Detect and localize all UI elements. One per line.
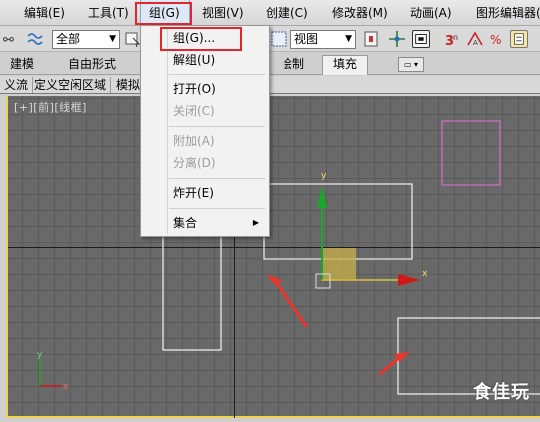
menu-item-assembly[interactable]: 集合 ▶ — [173, 213, 265, 233]
reference-coord-value: 视图 — [294, 32, 319, 46]
snap-magnet-icon[interactable]: ⚯ — [2, 30, 24, 48]
selection-filter-select[interactable]: 全部 ▼ — [52, 30, 120, 49]
menu-bar: 编辑(E) 工具(T) 组(G) 视图(V) 创建(C) 修改器(M) 动画(A… — [0, 0, 540, 26]
menu-item-attach[interactable]: 附加(A) — [173, 131, 265, 151]
menu-tools[interactable]: 工具(T) — [80, 0, 137, 26]
gizmo-x-arrow[interactable] — [398, 274, 420, 286]
spinner-snap-icon[interactable] — [510, 30, 528, 48]
menu-group[interactable]: 组(G) — [140, 0, 190, 26]
front-viewport[interactable]: [+][前][线框] y x y x 食佳玩 — [6, 96, 540, 418]
menu-modifiers[interactable]: 修改器(M) — [324, 0, 396, 26]
menu-separator — [169, 208, 265, 209]
corner-x-label: x — [63, 382, 69, 392]
watermark: 食佳玩 — [473, 382, 530, 403]
menu-gutter — [167, 28, 168, 234]
svg-text:n: n — [453, 33, 458, 42]
menu-graph-editors[interactable]: 图形编辑器(D) — [468, 0, 540, 26]
submenu-arrow-icon: ▶ — [252, 218, 259, 227]
menu-create[interactable]: 创建(C) — [258, 0, 316, 26]
angle-snap-icon[interactable]: A — [466, 30, 484, 48]
menu-item-assembly-label: 集合 — [173, 216, 198, 230]
keyboard-shortcut-override-icon[interactable] — [412, 30, 430, 48]
tab-populate[interactable]: 填充 — [322, 55, 369, 75]
corner-y-label: y — [37, 350, 43, 360]
chevron-down-icon: ▼ — [109, 34, 116, 44]
gizmo-y-label: y — [321, 171, 327, 181]
menu-separator — [169, 178, 265, 179]
menu-item-group[interactable]: 组(G)... — [173, 28, 265, 48]
menu-item-close[interactable]: 关闭(C) — [173, 101, 265, 121]
define-flows-button[interactable]: 义流 — [0, 77, 34, 93]
tab-freeform[interactable]: 自由形式 — [68, 56, 116, 73]
max-window: 编辑(E) 工具(T) 组(G) 视图(V) 创建(C) 修改器(M) 动画(A… — [0, 0, 540, 422]
menu-separator — [169, 126, 265, 127]
select-region-icon[interactable] — [270, 30, 288, 48]
box-pink[interactable] — [441, 120, 501, 186]
annotation-arrow-1 — [274, 280, 308, 328]
svg-text:⚯: ⚯ — [3, 33, 14, 48]
menu-separator — [169, 74, 265, 75]
pivot-icon[interactable] — [362, 30, 380, 48]
ribbon-options-dropdown[interactable]: ▭ ▾ — [398, 57, 424, 72]
percent-snap-icon[interactable]: % — [488, 30, 506, 48]
group-menu-dropdown: 组(G)... 解组(U) 打开(O) 关闭(C) 附加(A) 分离(D) 炸开… — [140, 25, 270, 237]
menu-edit[interactable]: 编辑(E) — [16, 0, 73, 26]
menu-animation[interactable]: 动画(A) — [402, 0, 460, 26]
scene-objects: y x y x — [37, 120, 540, 395]
gizmo-y-arrow[interactable] — [317, 186, 327, 208]
annotation-arrow-head-1 — [266, 274, 282, 286]
menu-item-explode[interactable]: 炸开(E) — [173, 183, 265, 203]
move-gizmo-icon[interactable] — [388, 30, 406, 48]
ribbon-tab-strip: 建模 自由形式 选择 对象绘制 填充 ▭ ▾ — [0, 53, 540, 75]
menu-item-open[interactable]: 打开(O) — [173, 79, 265, 99]
gizmo-xy-plane[interactable] — [322, 248, 356, 280]
box-left-tall[interactable] — [162, 225, 222, 351]
populate-panel: 义流 定义空闲区域 模拟 — [0, 76, 540, 94]
annotation-arrow-2 — [378, 355, 402, 376]
gizmo-x-label: x — [422, 269, 428, 279]
box-selected[interactable] — [263, 183, 413, 260]
chain-link-icon[interactable] — [26, 30, 44, 48]
svg-text:A: A — [473, 39, 478, 47]
selection-filter-value: 全部 — [56, 32, 81, 46]
chevron-down-icon: ▼ — [345, 34, 352, 44]
menu-item-detach[interactable]: 分离(D) — [173, 153, 265, 173]
reference-coord-select[interactable]: 视图 ▼ — [290, 30, 356, 49]
tab-modeling[interactable]: 建模 — [10, 56, 34, 73]
menu-views[interactable]: 视图(V) — [194, 0, 252, 26]
menu-item-ungroup[interactable]: 解组(U) — [173, 50, 265, 70]
main-toolbar: ⚯ 全部 ▼ 视图 ▼ 3 n A % — [0, 26, 540, 52]
svg-text:%: % — [490, 33, 501, 47]
define-idle-areas-button[interactable]: 定义空闲区域 — [30, 77, 112, 93]
snap-3d-icon[interactable]: 3 n — [444, 30, 462, 48]
